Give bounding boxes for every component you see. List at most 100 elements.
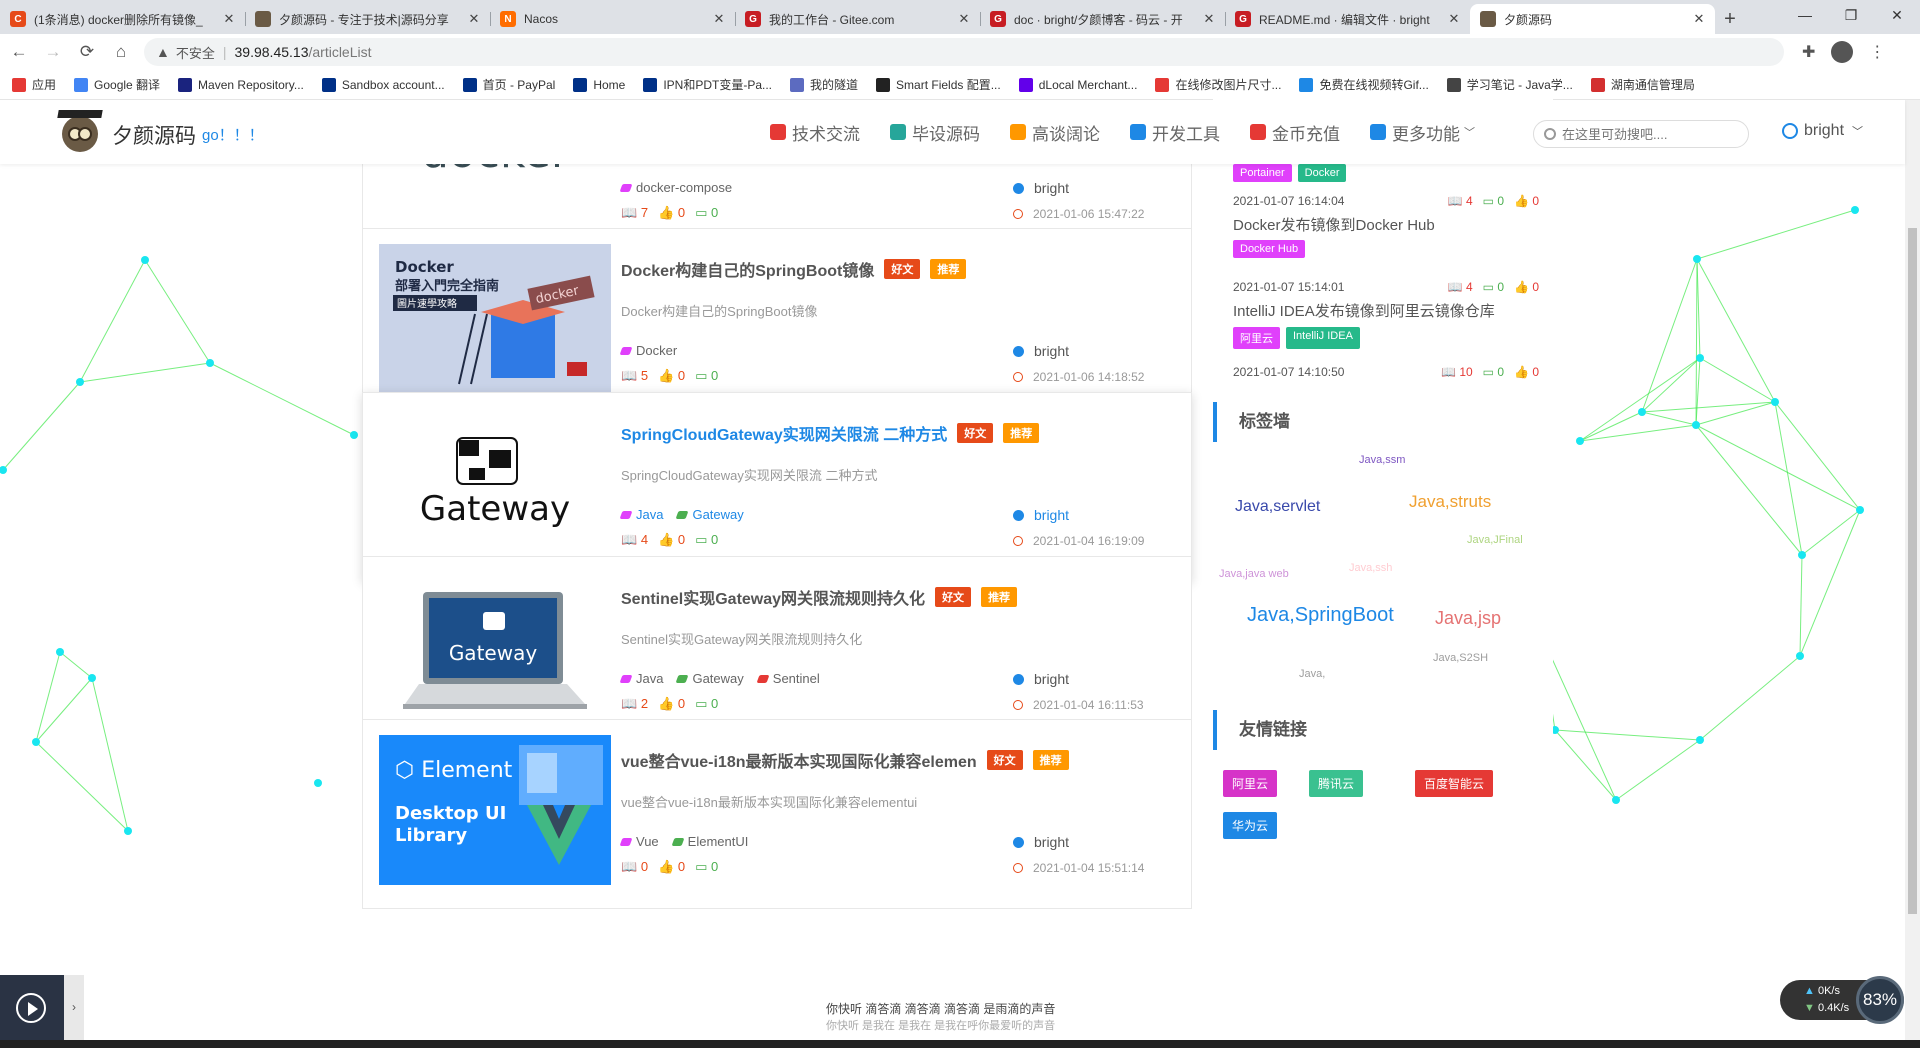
article-title[interactable]: SpringCloudGateway实现网关限流 二种方式 好文 推荐: [621, 421, 1040, 445]
new-tab-button[interactable]: +: [1715, 4, 1745, 34]
minimize-button[interactable]: —: [1782, 0, 1828, 30]
extensions-icon[interactable]: ✚: [1802, 42, 1815, 62]
article-tag[interactable]: docker-compose: [619, 180, 732, 195]
close-tab-icon[interactable]: ✕: [466, 11, 482, 27]
close-tab-icon[interactable]: ✕: [1446, 11, 1462, 27]
search-input[interactable]: [1562, 126, 1732, 142]
owl-logo-icon[interactable]: [62, 116, 98, 152]
tag-wall-item[interactable]: Java,JFinal: [1467, 534, 1523, 546]
browser-tab[interactable]: 夕颜源码 - 专注于技术|源码分享 ✕: [245, 4, 490, 34]
maximize-button[interactable]: ❐: [1828, 0, 1874, 30]
tag-wall-item[interactable]: Java,S2SH: [1433, 652, 1488, 664]
close-tab-icon[interactable]: ✕: [711, 11, 727, 27]
user-menu[interactable]: bright ﹀: [1782, 122, 1863, 140]
bookmark-item[interactable]: Home: [573, 77, 625, 92]
browser-tab[interactable]: N Nacos ✕: [490, 4, 735, 34]
close-tab-icon[interactable]: ✕: [1691, 11, 1707, 27]
tag-wall-item[interactable]: Java,java web: [1219, 568, 1289, 580]
article-title[interactable]: Docker构建自己的SpringBoot镜像 好文 推荐: [621, 257, 967, 281]
close-tab-icon[interactable]: ✕: [956, 11, 972, 27]
bookmark-item[interactable]: 免费在线视频转Gif...: [1299, 76, 1429, 93]
tag-wall-item[interactable]: Java,servlet: [1235, 498, 1320, 516]
recent-1-title[interactable]: Docker发布镜像到Docker Hub: [1233, 214, 1435, 235]
bookmark-item[interactable]: Sandbox account...: [321, 77, 445, 92]
bookmark-item[interactable]: 湖南通信管理局: [1590, 76, 1695, 93]
article-card[interactable]: ⬡ Element Desktop UI Library vue整合vue-i1…: [362, 719, 1192, 909]
site-search[interactable]: [1533, 120, 1749, 148]
close-window-button[interactable]: ✕: [1874, 0, 1920, 30]
article-tag[interactable]: Gateway: [676, 507, 744, 522]
nav-item[interactable]: 技术交流: [770, 120, 860, 145]
article-thumbnail[interactable]: ⬡ Element Desktop UI Library: [379, 735, 611, 885]
forward-button[interactable]: →: [38, 42, 68, 62]
browser-tab[interactable]: G 我的工作台 - Gitee.com ✕: [735, 4, 980, 34]
bookmark-item[interactable]: IPN和PDT变量-Pa...: [643, 76, 772, 93]
article-tag[interactable]: Java: [619, 671, 663, 686]
tag-wall-item[interactable]: Java,: [1299, 668, 1325, 680]
tag-wall-item[interactable]: Java,jsp: [1435, 608, 1501, 629]
nav-item[interactable]: 更多功能 ﹀: [1370, 120, 1475, 145]
network-speed-widget[interactable]: ▲ 0K/s ▼ 0.4K/s 83%: [1780, 976, 1904, 1024]
article-tag[interactable]: Java: [619, 507, 663, 522]
menu-icon[interactable]: ⋮: [1869, 42, 1885, 62]
reload-button[interactable]: ⟳: [72, 42, 102, 62]
warning-icon[interactable]: ▲: [156, 44, 170, 60]
bookmark-item[interactable]: Maven Repository...: [178, 77, 304, 92]
friend-link[interactable]: 阿里云: [1223, 770, 1278, 797]
article-author[interactable]: bright: [1013, 834, 1069, 850]
article-card[interactable]: Docker 部署入門完全指南 圖片速學攻略 docker Docker构建自己…: [362, 228, 1192, 418]
nav-item[interactable]: 金币充值: [1250, 120, 1340, 145]
recent-article-tag[interactable]: Docker: [1297, 164, 1347, 182]
url-field[interactable]: ▲ 不安全 | 39.98.45.13 /articleList ⚿ ☆: [144, 38, 1784, 858]
page-scrollbar[interactable]: [1905, 100, 1920, 1040]
article-title[interactable]: Sentinel实现Gateway网关限流规则持久化 好文 推荐: [621, 585, 1018, 609]
article-card[interactable]: Gateway Sentinel实现Gateway网关限流规则持久化 好文 推荐 Se…: [362, 556, 1192, 746]
close-tab-icon[interactable]: ✕: [1201, 11, 1217, 27]
browser-tab[interactable]: C (1条消息) docker删除所有镜像_ ✕: [0, 4, 245, 34]
friend-link[interactable]: 百度智能云: [1415, 770, 1494, 797]
article-author[interactable]: bright: [1013, 180, 1069, 196]
browser-tab[interactable]: G README.md · 编辑文件 · bright ✕: [1225, 4, 1470, 34]
article-thumbnail[interactable]: Docker 部署入門完全指南 圖片速學攻略 docker: [379, 244, 611, 394]
home-button[interactable]: ⌂: [106, 42, 136, 62]
friend-link[interactable]: 华为云: [1223, 812, 1278, 839]
tag-wall-item[interactable]: Java,ssh: [1349, 562, 1392, 574]
tag-wall-item[interactable]: Java,struts: [1409, 492, 1491, 512]
article-author[interactable]: bright: [1013, 343, 1069, 359]
player-toggle-chevron-icon[interactable]: ›: [64, 975, 84, 1040]
recent-article-tag[interactable]: Portainer: [1233, 164, 1292, 182]
profile-avatar[interactable]: [1831, 41, 1854, 63]
bookmark-item[interactable]: Google 翻译: [74, 76, 160, 93]
article-author[interactable]: bright: [1013, 507, 1069, 523]
tag-wall-item[interactable]: Java,ssm: [1359, 454, 1405, 466]
bookmark-item[interactable]: 学习笔记 - Java学...: [1446, 76, 1573, 93]
nav-item[interactable]: 高谈阔论: [1010, 120, 1100, 145]
recent-2-title[interactable]: IntelliJ IDEA发布镜像到阿里云镜像仓库: [1233, 300, 1495, 321]
recent-article-tag[interactable]: IntelliJ IDEA: [1286, 327, 1360, 349]
friend-link[interactable]: 腾讯云: [1309, 770, 1364, 797]
back-button[interactable]: ←: [4, 42, 34, 62]
article-thumbnail[interactable]: Gateway: [379, 572, 611, 722]
browser-tab[interactable]: Gdoc · bright/夕颜博客 - 码云 - 开 ✕: [980, 4, 1225, 34]
tag-wall-item[interactable]: Java,SpringBoot: [1247, 604, 1394, 627]
close-tab-icon[interactable]: ✕: [221, 11, 237, 27]
nav-item[interactable]: 毕设源码: [890, 120, 980, 145]
bookmark-item[interactable]: dLocal Merchant...: [1018, 77, 1137, 92]
bookmark-item[interactable]: 我的隧道: [790, 76, 858, 93]
bookmark-item[interactable]: 首页 - PayPal: [462, 76, 555, 93]
article-tag[interactable]: ElementUI: [671, 834, 748, 849]
scrollbar-thumb[interactable]: [1908, 228, 1917, 914]
bookmark-item[interactable]: 应用: [12, 76, 56, 93]
article-thumbnail[interactable]: Gateway: [379, 408, 611, 558]
article-tag[interactable]: Sentinel: [756, 671, 820, 686]
article-author[interactable]: bright: [1013, 671, 1069, 687]
browser-tab[interactable]: 夕颜源码 ✕: [1470, 4, 1715, 34]
recent-article-tag[interactable]: Docker Hub: [1233, 240, 1306, 258]
article-title[interactable]: vue整合vue-i18n最新版本实现国际化兼容elemen 好文 推荐: [621, 748, 1069, 772]
play-icon[interactable]: [16, 993, 46, 1023]
recent-article-tag[interactable]: 阿里云: [1233, 327, 1280, 349]
article-tag[interactable]: Vue: [619, 834, 659, 849]
article-tag[interactable]: Gateway: [676, 671, 744, 686]
nav-item[interactable]: 开发工具: [1130, 120, 1220, 145]
bookmark-item[interactable]: 在线修改图片尺寸...: [1155, 76, 1281, 93]
